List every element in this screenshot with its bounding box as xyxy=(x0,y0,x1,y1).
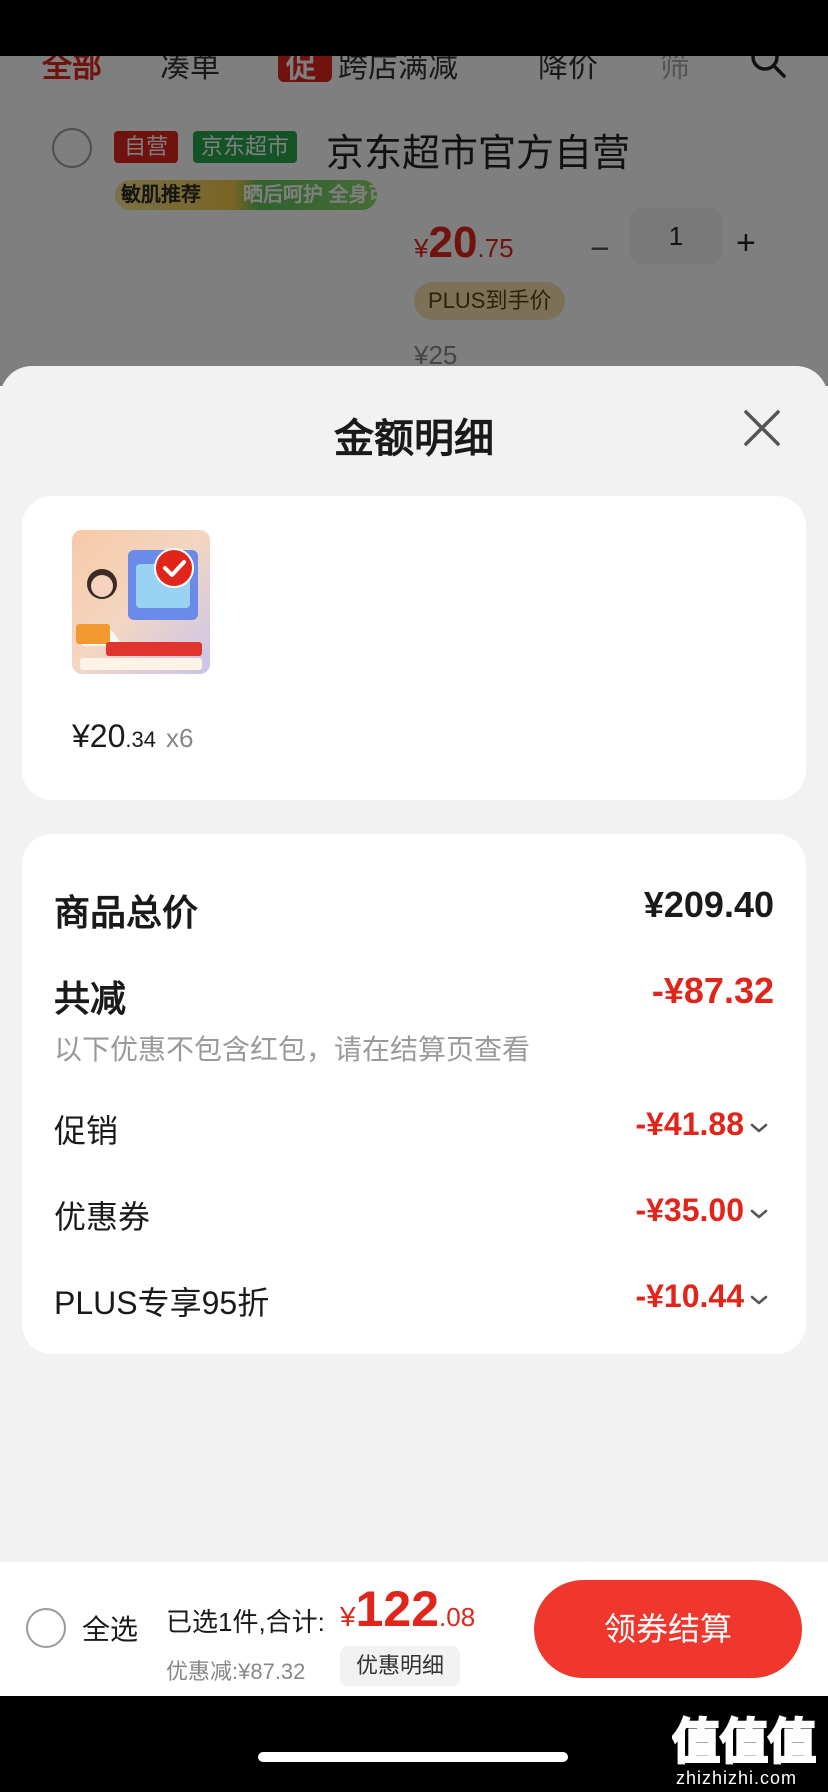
chevron-down-icon[interactable] xyxy=(750,1208,768,1220)
goods-price-integer: ¥20 xyxy=(72,718,126,754)
home-indicator[interactable] xyxy=(258,1752,568,1762)
subtotal-row: 商品总价 ¥209.40 xyxy=(54,884,802,933)
promotion-label: 促销 xyxy=(54,1113,119,1149)
close-icon[interactable] xyxy=(742,408,782,448)
goods-price-decimal: .34 xyxy=(125,727,156,752)
coupon-label: 优惠券 xyxy=(54,1199,151,1235)
promotion-value: -¥41.88 xyxy=(635,1106,744,1142)
select-all-label[interactable]: 全选 xyxy=(82,1608,138,1648)
discount-line-promotion[interactable]: 促销 -¥41.88 xyxy=(54,1106,802,1149)
amount-breakdown-card: 商品总价 ¥209.40 共减 -¥87.32 以下优惠不包含红包，请在结算页查… xyxy=(22,834,806,1354)
chevron-down-icon[interactable] xyxy=(750,1122,768,1134)
select-all-checkbox[interactable] xyxy=(26,1608,66,1648)
total-reduce-value: -¥87.32 xyxy=(651,970,774,1011)
modal-overlay[interactable] xyxy=(0,56,828,386)
total-reduce-row: 共减 -¥87.32 xyxy=(54,970,802,1019)
goods-unit-price: ¥20.34 x6 xyxy=(72,718,193,755)
chevron-down-icon[interactable] xyxy=(750,1294,768,1306)
check-icon[interactable] xyxy=(154,548,194,588)
discount-note: 以下优惠不包含红包，请在结算页查看 xyxy=(54,1034,531,1065)
home-indicator-area: 值值值 zhizhizhi.com xyxy=(0,1696,828,1792)
goods-quantity: x6 xyxy=(165,723,194,753)
checkout-button[interactable]: 领券结算 xyxy=(534,1580,802,1678)
selected-count-text: 已选1件,合计: xyxy=(166,1607,325,1637)
total-decimal: .08 xyxy=(439,1602,476,1632)
total-integer: 122 xyxy=(355,1581,440,1637)
discount-amount-text: 优惠减:¥87.32 xyxy=(166,1659,306,1684)
watermark-glyphs: 值值值 xyxy=(672,1714,816,1766)
discount-detail-button[interactable]: 优惠明细 xyxy=(340,1646,461,1686)
goods-card: ¥20.34 x6 xyxy=(22,496,806,800)
discount-line-coupon[interactable]: 优惠券 -¥35.00 xyxy=(54,1192,802,1235)
plus-discount-label: PLUS专享95折 xyxy=(54,1285,270,1321)
discount-note-row: 以下优惠不包含红包，请在结算页查看 xyxy=(54,1028,802,1065)
status-bar xyxy=(0,0,828,56)
checkout-bar: 全选 已选1件,合计: ¥122.08 优惠减:¥87.32 优惠明细 领券结算 xyxy=(0,1562,828,1696)
watermark-logo: 值值值 xyxy=(672,1713,817,1766)
subtotal-value: ¥209.40 xyxy=(643,884,774,925)
amount-detail-sheet: 金额明细 ¥20.34 x6 商品总价 ¥209.40 共减 -¥87.32 以… xyxy=(0,366,828,1562)
total-price: ¥122.08 xyxy=(340,1580,475,1638)
subtotal-label: 商品总价 xyxy=(54,892,199,933)
coupon-value: -¥35.00 xyxy=(635,1192,744,1228)
total-currency: ¥ xyxy=(340,1601,356,1632)
sheet-title: 金额明细 xyxy=(334,417,494,461)
discount-line-plus[interactable]: PLUS专享95折 -¥10.44 xyxy=(54,1278,802,1321)
watermark-text: zhizhizhi.com xyxy=(676,1768,798,1788)
plus-discount-value: -¥10.44 xyxy=(635,1278,744,1314)
total-reduce-label: 共减 xyxy=(54,978,127,1019)
